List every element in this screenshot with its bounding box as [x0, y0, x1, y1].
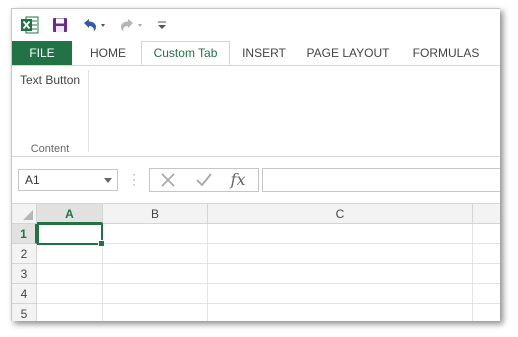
redo-icon[interactable] — [117, 15, 145, 35]
worksheet-grid[interactable]: A B C 1 2 3 4 5 — [12, 204, 500, 321]
column-header-b[interactable]: B — [103, 204, 208, 224]
tab-file[interactable]: FILE — [12, 41, 72, 65]
tab-home[interactable]: HOME — [78, 41, 138, 65]
text-button[interactable]: Text Button — [20, 73, 80, 87]
insert-function-icon[interactable]: fx — [228, 171, 248, 189]
column-header-a[interactable]: A — [37, 204, 103, 224]
gridline — [207, 224, 208, 321]
drag-handle-icon[interactable]: · · · — [131, 168, 137, 190]
excel-logo-icon — [21, 16, 39, 34]
cancel-icon[interactable] — [158, 171, 178, 189]
ribbon-tabs: FILE HOME Custom Tab INSERT PAGE LAYOUT … — [12, 41, 500, 66]
quick-access-toolbar — [12, 9, 500, 41]
formula-buttons: fx — [149, 168, 259, 192]
tab-page-layout[interactable]: PAGE LAYOUT — [303, 41, 393, 65]
gridline — [37, 243, 500, 244]
check-icon[interactable] — [194, 171, 214, 189]
select-all-triangle-icon — [23, 210, 33, 220]
excel-window: FILE HOME Custom Tab INSERT PAGE LAYOUT … — [11, 8, 500, 321]
row-header-5[interactable]: 5 — [12, 304, 37, 321]
selected-cell[interactable] — [37, 223, 105, 247]
chevron-down-icon[interactable] — [104, 178, 112, 183]
tab-insert[interactable]: INSERT — [236, 41, 292, 65]
gridline — [37, 283, 500, 284]
tab-custom[interactable]: Custom Tab — [141, 41, 230, 65]
ribbon-group-label: Content — [30, 143, 70, 155]
column-header-c[interactable]: C — [208, 204, 473, 224]
gridline — [37, 263, 500, 264]
undo-icon[interactable] — [80, 15, 108, 35]
row-header-2[interactable]: 2 — [12, 244, 37, 264]
name-box[interactable]: A1 — [18, 169, 118, 191]
formula-input[interactable] — [262, 168, 500, 192]
formula-bar: A1 · · · fx — [12, 157, 500, 204]
name-box-value: A1 — [25, 173, 40, 187]
ribbon-group-separator — [88, 70, 89, 152]
tab-formulas[interactable]: FORMULAS — [406, 41, 486, 65]
ribbon-panel: Text Button Content — [12, 66, 500, 157]
gridline — [472, 224, 473, 321]
save-icon[interactable] — [52, 15, 68, 35]
row-header-4[interactable]: 4 — [12, 284, 37, 304]
row-header-1[interactable]: 1 — [12, 224, 37, 244]
gridline — [37, 303, 500, 304]
customize-toolbar-icon[interactable] — [157, 15, 167, 35]
select-all-button[interactable] — [12, 204, 37, 224]
row-header-3[interactable]: 3 — [12, 264, 37, 284]
fill-handle[interactable] — [98, 240, 105, 247]
column-header-next[interactable] — [473, 204, 500, 224]
